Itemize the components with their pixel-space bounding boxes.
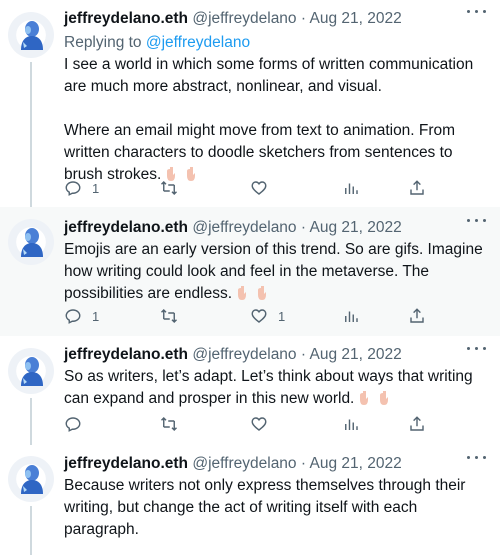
retweet-icon	[160, 308, 178, 324]
more-icon[interactable]	[466, 6, 488, 18]
analytics-icon	[345, 311, 358, 322]
retweet-button[interactable]	[160, 414, 178, 434]
tweet-paragraph-text: Where an email might move from text to a…	[64, 122, 456, 183]
views-button[interactable]	[342, 178, 360, 198]
reply-count: 1	[92, 308, 100, 324]
point-down-emoji-icon	[258, 286, 267, 300]
like-button[interactable]: 1	[250, 306, 285, 326]
author-name[interactable]: jeffreydelano.eth	[64, 455, 188, 472]
retweet-button[interactable]	[160, 306, 178, 326]
reply-button[interactable]: 1	[64, 306, 99, 326]
tweet-paragraph: Where an email might move from text to a…	[64, 120, 494, 186]
separator: ·	[300, 10, 307, 27]
more-icon[interactable]	[466, 452, 488, 464]
retweet-icon	[160, 416, 178, 432]
retweet-icon	[160, 180, 178, 196]
heart-icon	[251, 417, 267, 431]
reply-icon	[65, 417, 81, 432]
views-button[interactable]	[342, 306, 360, 326]
author-handle[interactable]: @jeffreydelano	[192, 219, 296, 236]
tweet-paragraph: Emojis are an early version of this tren…	[64, 239, 494, 305]
replying-to-label: Replying to	[64, 34, 142, 51]
tweet[interactable]: jeffreydelano.eth @jeffreydelano · Aug 2…	[0, 207, 500, 336]
tweet-paragraph: So as writers, let’s adapt. Let’s think …	[64, 366, 494, 410]
tweet-text: Because writers not only express themsel…	[64, 475, 494, 541]
tweet[interactable]: jeffreydelano.eth @jeffreydelano · Aug 2…	[0, 0, 500, 207]
tweet-thread: jeffreydelano.eth @jeffreydelano · Aug 2…	[0, 0, 500, 555]
share-icon	[410, 180, 424, 195]
analytics-icon	[345, 183, 358, 194]
tweet-header: jeffreydelano.eth @jeffreydelano · Aug 2…	[64, 344, 490, 366]
like-button[interactable]	[250, 414, 268, 434]
avatar-portrait-icon	[21, 465, 43, 494]
tweet-date[interactable]: Aug 21, 2022	[310, 455, 402, 472]
share-button[interactable]	[408, 178, 426, 198]
avatar[interactable]	[8, 348, 54, 394]
tweet-header: jeffreydelano.eth @jeffreydelano · Aug 2…	[64, 8, 490, 30]
tweet[interactable]: jeffreydelano.eth @jeffreydelano · Aug 2…	[0, 445, 500, 555]
tweet-actions: 1 1	[64, 306, 484, 326]
reply-icon	[65, 181, 81, 196]
tweet-text: I see a world in which some forms of wri…	[64, 54, 494, 186]
separator: ·	[300, 455, 307, 472]
avatar[interactable]	[8, 456, 54, 502]
replying-to: Replying to @jeffreydelano	[64, 32, 250, 54]
tweet-date[interactable]: Aug 21, 2022	[310, 219, 402, 236]
avatar[interactable]	[8, 219, 54, 265]
tweet-header: jeffreydelano.eth @jeffreydelano · Aug 2…	[64, 453, 490, 475]
more-icon[interactable]	[466, 343, 488, 355]
tweet-paragraph: I see a world in which some forms of wri…	[64, 56, 474, 95]
reply-button[interactable]	[64, 414, 82, 434]
reply-button[interactable]: 1	[64, 178, 99, 198]
separator: ·	[300, 346, 307, 363]
avatar-portrait-icon	[21, 357, 43, 386]
tweet-text: Emojis are an early version of this tren…	[64, 239, 494, 305]
reply-count: 1	[92, 180, 100, 196]
author-handle[interactable]: @jeffreydelano	[192, 346, 296, 363]
avatar-portrait-icon	[21, 228, 43, 257]
tweet-actions: 1	[64, 178, 484, 198]
retweet-button[interactable]	[160, 178, 178, 198]
author-name[interactable]: jeffreydelano.eth	[64, 346, 188, 363]
avatar[interactable]	[8, 12, 54, 58]
author-handle[interactable]: @jeffreydelano	[192, 455, 296, 472]
like-count: 1	[278, 308, 286, 324]
tweet[interactable]: jeffreydelano.eth @jeffreydelano · Aug 2…	[0, 336, 500, 445]
analytics-icon	[345, 419, 358, 430]
share-icon	[410, 416, 424, 431]
tweet-paragraph: Because writers not only express themsel…	[64, 477, 466, 538]
tweet-date[interactable]: Aug 21, 2022	[310, 346, 402, 363]
tweet-paragraph-text: Emojis are an early version of this tren…	[64, 241, 483, 302]
views-button[interactable]	[342, 414, 360, 434]
separator: ·	[300, 219, 307, 236]
tweet-date[interactable]: Aug 21, 2022	[310, 10, 402, 27]
like-button[interactable]	[250, 178, 268, 198]
heart-icon	[251, 181, 267, 195]
heart-icon	[251, 309, 267, 323]
reply-icon	[65, 309, 81, 324]
share-icon	[410, 308, 424, 323]
share-button[interactable]	[408, 414, 426, 434]
replying-to-handle[interactable]: @jeffreydelano	[146, 34, 250, 51]
avatar-portrait-icon	[21, 21, 43, 50]
author-name[interactable]: jeffreydelano.eth	[64, 10, 188, 27]
tweet-header: jeffreydelano.eth @jeffreydelano · Aug 2…	[64, 217, 490, 239]
author-name[interactable]: jeffreydelano.eth	[64, 219, 188, 236]
tweet-actions	[64, 414, 484, 434]
author-handle[interactable]: @jeffreydelano	[192, 10, 296, 27]
tweet-paragraph-text: So as writers, let’s adapt. Let’s think …	[64, 368, 473, 407]
tweet-text: So as writers, let’s adapt. Let’s think …	[64, 366, 494, 410]
point-down-emoji-icon	[360, 391, 369, 405]
share-button[interactable]	[408, 306, 426, 326]
point-down-emoji-icon	[238, 286, 247, 300]
point-down-emoji-icon	[380, 391, 389, 405]
more-icon[interactable]	[466, 215, 488, 227]
